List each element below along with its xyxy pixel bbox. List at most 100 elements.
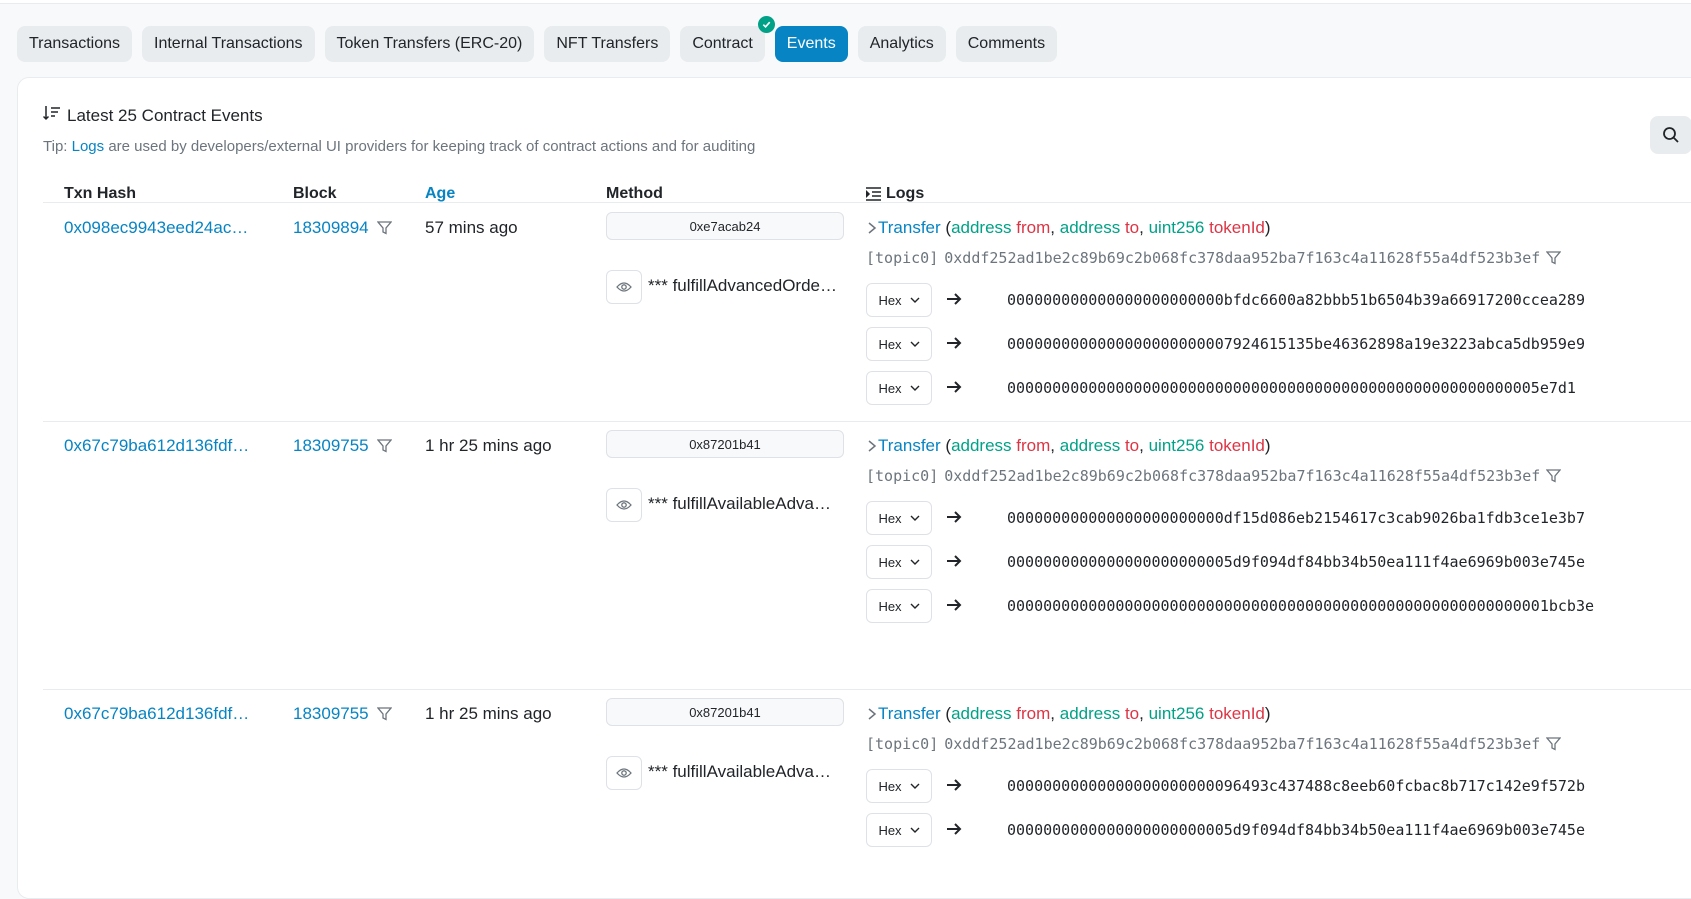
filter-icon[interactable] <box>1546 251 1562 265</box>
param-type: address <box>1059 704 1121 723</box>
card-title-text: Latest 25 Contract Events <box>67 105 263 125</box>
chevron-right-icon[interactable] <box>866 439 878 453</box>
arrow-right-icon <box>947 555 962 567</box>
log-data-value: 00000000000000000000000096493c437488c8ee… <box>1007 777 1585 795</box>
hex-select-label: Hex <box>878 292 902 308</box>
chevron-right-icon[interactable] <box>866 221 878 235</box>
header-divider <box>43 202 1691 203</box>
arrow-right-icon <box>947 823 962 835</box>
logs-link[interactable]: Logs <box>72 138 105 155</box>
hex-select[interactable]: Hex <box>866 545 932 579</box>
arrow-right-icon <box>947 293 962 305</box>
tab-transactions[interactable]: Transactions <box>17 26 132 62</box>
row-divider <box>43 421 1691 422</box>
hex-select[interactable]: Hex <box>866 769 932 803</box>
view-function-button[interactable] <box>606 270 642 304</box>
event-signature: Transfer (address from, address to, uint… <box>866 436 1271 456</box>
txn-hash-link[interactable]: 0x67c79ba612d136fdf… <box>64 436 264 456</box>
hex-select[interactable]: Hex <box>866 283 932 317</box>
log-data-line: Hex 0000000000000000000000007924615135be… <box>866 327 1666 361</box>
chevron-down-icon <box>910 385 920 391</box>
chevron-down-icon <box>910 559 920 565</box>
hex-select-label: Hex <box>878 598 902 614</box>
txn-hash-link[interactable]: 0x098ec9943eed24ac… <box>64 218 264 238</box>
method-id: 0x87201b41 <box>606 698 844 726</box>
topic-hash: 0xddf252ad1be2c89b69c2b068fc378daa952ba7… <box>944 249 1541 267</box>
tab-nft-transfers[interactable]: NFT Transfers <box>544 26 671 62</box>
filter-icon[interactable] <box>376 221 392 235</box>
top-divider <box>0 0 1691 4</box>
search-icon <box>1663 127 1679 143</box>
block-cell: 18309755 <box>293 704 392 724</box>
header-age[interactable]: Age <box>425 185 455 203</box>
tab-comments[interactable]: Comments <box>955 26 1058 62</box>
block-link[interactable]: 18309755 <box>293 436 369 456</box>
filter-icon[interactable] <box>1546 737 1562 751</box>
sort-desc-icon <box>42 105 61 126</box>
hex-select[interactable]: Hex <box>866 813 932 847</box>
events-card: Latest 25 Contract Events Tip: Logs are … <box>17 77 1691 899</box>
log-data-line: Hex 0000000000000000000000005d9f094df84b… <box>866 813 1666 847</box>
block-cell: 18309755 <box>293 436 392 456</box>
log-data-value: 000000000000000000000000df15d086eb215461… <box>1007 509 1585 527</box>
param-type: address <box>1059 436 1121 455</box>
list-indent-icon <box>866 187 881 201</box>
chevron-down-icon <box>910 827 920 833</box>
hex-select[interactable]: Hex <box>866 501 932 535</box>
log-data-value: 0000000000000000000000000000000000000000… <box>1007 597 1594 615</box>
chevron-down-icon <box>910 341 920 347</box>
filter-icon[interactable] <box>1546 469 1562 483</box>
event-name: Transfer <box>878 218 941 237</box>
param-name: from <box>1016 218 1051 237</box>
function-name: *** fulfillAvailableAdva… <box>648 494 832 513</box>
view-function-button[interactable] <box>606 756 642 790</box>
topic-hash: 0xddf252ad1be2c89b69c2b068fc378daa952ba7… <box>944 735 1541 753</box>
tab-contract-label: Contract <box>692 35 753 52</box>
filter-icon[interactable] <box>376 439 392 453</box>
param-type: address <box>951 218 1012 237</box>
topic-label: [topic0] <box>866 735 939 753</box>
log-data-value: 0000000000000000000000007924615135be4636… <box>1007 335 1585 353</box>
txn-hash-link[interactable]: 0x67c79ba612d136fdf… <box>64 704 264 724</box>
age-value: 1 hr 25 mins ago <box>425 704 552 723</box>
block-link[interactable]: 18309755 <box>293 704 369 724</box>
hex-select[interactable]: Hex <box>866 327 932 361</box>
hex-select[interactable]: Hex <box>866 589 932 623</box>
log-data-line: Hex 000000000000000000000000000000000000… <box>866 589 1666 623</box>
tip-prefix: Tip: <box>43 138 72 155</box>
block-cell: 18309894 <box>293 218 392 238</box>
hex-select-label: Hex <box>878 510 902 526</box>
tab-analytics[interactable]: Analytics <box>857 26 946 62</box>
param-type: address <box>951 704 1012 723</box>
param-type: address <box>1059 218 1121 237</box>
arrow-right-icon <box>947 381 962 393</box>
search-button[interactable] <box>1650 116 1691 154</box>
chevron-down-icon <box>910 515 920 521</box>
hex-select[interactable]: Hex <box>866 371 932 405</box>
topic-label: [topic0] <box>866 249 939 267</box>
eye-icon <box>616 282 632 292</box>
view-function-button[interactable] <box>606 488 642 522</box>
log-data-line: Hex 000000000000000000000000bfdc6600a82b… <box>866 283 1666 317</box>
tab-contract[interactable]: Contract <box>680 16 775 62</box>
log-data-value: 0000000000000000000000005d9f094df84bb34b… <box>1007 553 1585 571</box>
param-name: to <box>1124 218 1140 237</box>
chevron-right-icon[interactable] <box>866 707 878 721</box>
param-name: to <box>1124 704 1140 723</box>
hex-select-label: Hex <box>878 336 902 352</box>
age-value: 1 hr 25 mins ago <box>425 436 552 455</box>
filter-icon[interactable] <box>376 707 392 721</box>
tab-token-transfers[interactable]: Token Transfers (ERC-20) <box>324 26 535 62</box>
header-block: Block <box>293 185 337 202</box>
block-link[interactable]: 18309894 <box>293 218 369 238</box>
tab-events[interactable]: Events <box>774 26 848 62</box>
param-name: to <box>1124 436 1140 455</box>
header-method: Method <box>606 185 663 202</box>
topic-line: [topic0] 0xddf252ad1be2c89b69c2b068fc378… <box>866 735 1562 753</box>
tab-internal-transactions[interactable]: Internal Transactions <box>142 26 315 62</box>
param-name: tokenId <box>1209 436 1265 455</box>
hex-select-label: Hex <box>878 822 902 838</box>
hex-select-label: Hex <box>878 554 902 570</box>
hex-select-label: Hex <box>878 380 902 396</box>
method-id: 0x87201b41 <box>606 430 844 458</box>
